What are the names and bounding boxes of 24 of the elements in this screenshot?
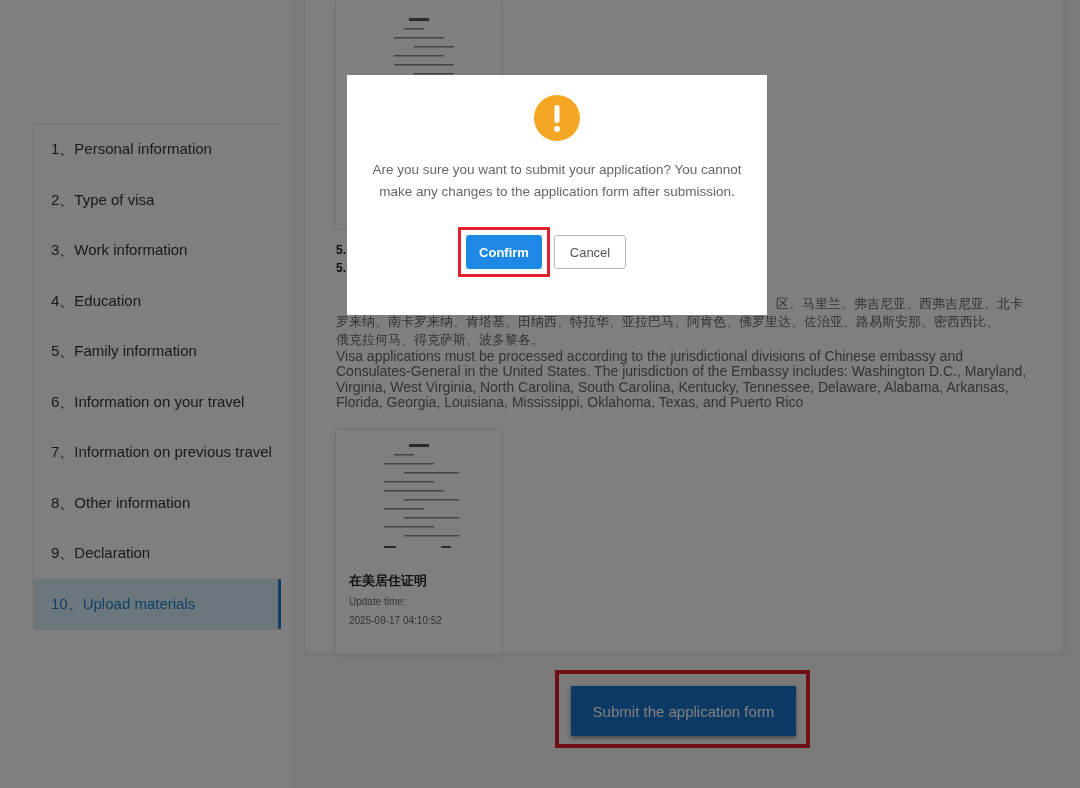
cancel-button[interactable]: Cancel [554, 235, 626, 269]
submit-button[interactable]: Submit the application form [571, 686, 796, 736]
document-title: 在美居住证明 [349, 572, 428, 591]
sidebar-item[interactable]: 10、Upload materials [34, 578, 281, 629]
sidebar-item[interactable]: 4、Education [34, 275, 281, 326]
confirm-button[interactable]: Confirm [466, 235, 542, 269]
note-line: 俄克拉何马、得克萨斯、波多黎各。 [336, 331, 545, 349]
sidebar-item[interactable]: 6、Information on your travel [34, 376, 281, 427]
sidebar-item[interactable]: 7、Information on previous travel [34, 427, 281, 478]
sidebar-item[interactable]: 1、Personal information [34, 124, 281, 175]
sidebar-item[interactable]: 2、Type of visa [34, 174, 281, 225]
dialog-message: Are you sure you want to submit your application? You cannot make any changes to the application form after submission. [371, 161, 743, 201]
section-number: 5. [336, 243, 347, 257]
sidebar-item[interactable]: 5、Family information [34, 326, 281, 377]
note-line: 区、马里兰、弗吉尼亚、西弗吉尼亚、北卡 [775, 295, 1024, 313]
warning-icon [534, 95, 580, 141]
note-line: 罗来纳、南卡罗来纳、肯塔基、田纳西、特拉华、亚拉巴马、阿肯色、佛罗里达、佐治亚、路易斯安那、密西西比、 [336, 313, 1000, 331]
update-time: 2025-09-17 04:10:52 [349, 615, 443, 627]
sidebar-item[interactable]: 3、Work information [34, 225, 281, 276]
sidebar-item[interactable]: 8、Other information [34, 477, 281, 528]
jurisdiction-note: Visa applications must be processed according to the jurisdictional divisions of Chinese embassy and Consulates-General in the United States. The jurisdiction of the Embassy includes: Washington D.C., Maryland, Virginia, West Virginia, North Carolina, South Carolina, Kentucky, Tennessee, Delaware, Alabama, Arkansas, Florida, Georgia, Louisiana, Mississippi, Oklahoma, Texas, and Puerto Rico [336, 349, 1028, 411]
section-number: 5. [336, 261, 347, 275]
sidebar-item[interactable]: 9、Declaration [34, 528, 281, 579]
update-label: Update time: [349, 596, 407, 608]
